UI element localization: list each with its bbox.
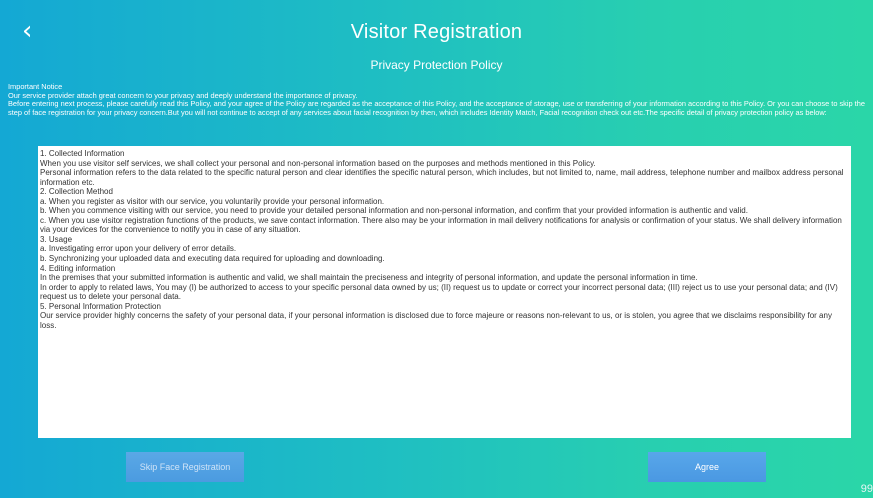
policy-paragraph: a. Investigating error upon your deliver… <box>40 244 237 254</box>
corner-number: 99 <box>860 483 873 495</box>
policy-heading: 1. Collected Information <box>40 149 125 158</box>
header-bar: ‹ Visitor Registration <box>8 10 865 55</box>
policy-paragraph: c. When you use visitor registration fun… <box>40 215 842 235</box>
policy-paragraph: Personal information refers to the data … <box>40 168 844 187</box>
policy-heading: 2. Collection Method <box>40 187 113 197</box>
page-title: Visitor Registration <box>350 21 523 43</box>
skip-face-registration-button[interactable]: Skip Face Registration <box>126 452 244 482</box>
policy-text-box[interactable]: 1. Collected Information When you use vi… <box>38 146 851 438</box>
important-notice: Important Notice Our service provider at… <box>8 82 865 117</box>
policy-paragraph: In order to apply to related laws, You m… <box>40 282 838 302</box>
agree-button[interactable]: Agree <box>648 452 766 482</box>
chevron-left-icon[interactable]: ‹ <box>22 18 32 44</box>
policy-paragraph: a. When you register as visitor with our… <box>40 196 385 206</box>
policy-paragraph: Our service provider highly concerns the… <box>40 311 832 330</box>
page-subtitle: Privacy Protection Policy <box>370 58 503 72</box>
policy-paragraph: In the premises that your submitted info… <box>40 273 698 283</box>
notice-paragraph: Before entering next process, please car… <box>8 99 865 117</box>
policy-paragraph: b. When you commence visiting with our s… <box>40 206 748 216</box>
policy-heading: 3. Usage <box>40 234 73 244</box>
policy-paragraph: When you use visitor self services, we s… <box>40 158 596 168</box>
policy-heading: 4. Editing information <box>40 263 116 273</box>
policy-paragraph: b. Synchronizing your uploaded data and … <box>40 254 385 264</box>
policy-heading: 5. Personal Information Protection <box>40 301 161 311</box>
